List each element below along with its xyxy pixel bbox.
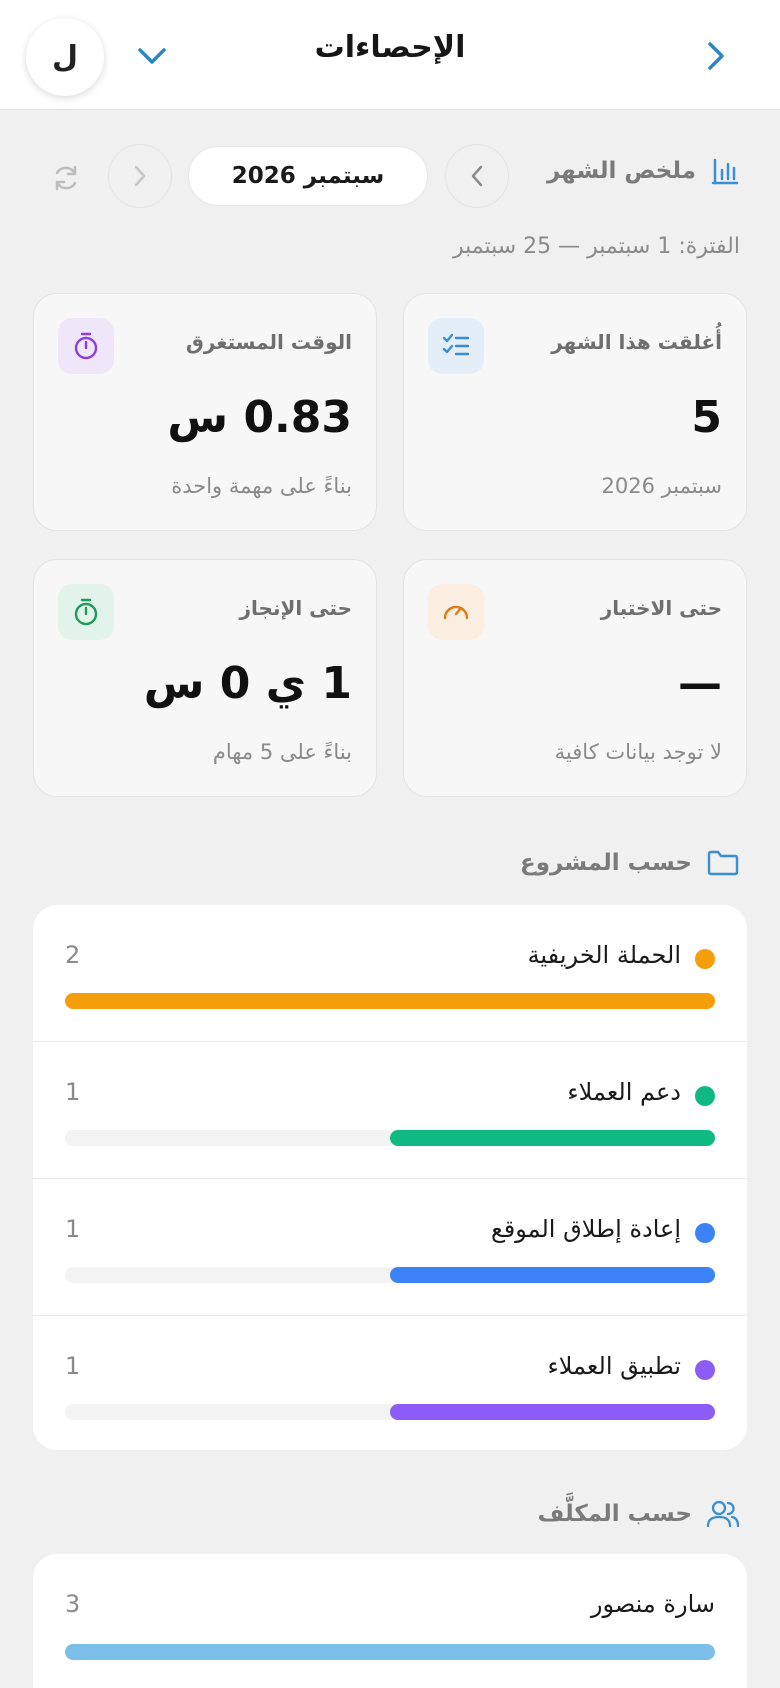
gauge-icon: [428, 584, 484, 640]
page-title: الإحصاءات: [314, 30, 466, 65]
period-range: الفترة: 1 سبتمبر — 25 سبتمبر: [452, 234, 740, 259]
project-progress-fill: [390, 1404, 715, 1420]
project-count: 1: [65, 1078, 81, 1106]
stat-card-label: حتى الاختبار: [600, 596, 722, 620]
stat-card-label: حتى الإنجاز: [239, 596, 352, 620]
chevron-right-icon: [134, 165, 146, 187]
stat-card-to-testing: حتى الاختبار — لا توجد بيانات كافية: [403, 559, 747, 797]
project-list: الحملة الخريفية 2 دعم العملاء 1 إعادة إطلاق …: [33, 905, 747, 1450]
checklist-icon: [428, 318, 484, 374]
assignee-list: سارة منصور 3: [33, 1554, 747, 1688]
stat-card-to-completion: حتى الإنجاز 1 ي 0 س بناءً على 5 مهام: [33, 559, 377, 797]
stat-card-value: 0.83 س: [167, 392, 352, 443]
stat-card-subtext: بناءً على 5 مهام: [212, 740, 352, 764]
project-color-dot: [695, 949, 715, 969]
avatar[interactable]: ل: [26, 18, 104, 96]
timer-icon: [58, 584, 114, 640]
by-project-heading: حسب المشروع: [520, 848, 740, 878]
assignee-row[interactable]: سارة منصور 3: [33, 1554, 747, 1688]
previous-month-button[interactable]: [445, 144, 509, 208]
stat-card-value: 5: [691, 392, 722, 443]
project-count: 1: [65, 1215, 81, 1243]
project-progress-track: [65, 1130, 715, 1146]
project-progress-fill: [390, 1267, 715, 1283]
by-assignee-title: حسب المكلَّف: [537, 1501, 692, 1527]
project-progress-track: [65, 1267, 715, 1283]
project-progress-track: [65, 993, 715, 1009]
users-icon: [706, 1500, 740, 1528]
refresh-icon: [55, 165, 77, 191]
chevron-left-icon: [471, 165, 483, 187]
project-row[interactable]: إعادة إطلاق الموقع 1: [33, 1179, 747, 1316]
stat-card-subtext: بناءً على مهمة واحدة: [171, 474, 352, 498]
project-row[interactable]: الحملة الخريفية 2: [33, 905, 747, 1042]
month-selector-row: ملخص الشهر سبتمبر 2026: [0, 142, 780, 208]
refresh-button[interactable]: [46, 158, 86, 198]
project-progress-fill: [390, 1130, 715, 1146]
timer-icon: [58, 318, 114, 374]
bar-chart-icon: [711, 158, 739, 185]
by-project-title: حسب المشروع: [520, 850, 692, 876]
assignee-name: سارة منصور: [590, 1590, 715, 1618]
project-color-dot: [695, 1360, 715, 1380]
project-color-dot: [695, 1223, 715, 1243]
folder-icon: [707, 850, 739, 876]
project-row[interactable]: تطبيق العملاء 1: [33, 1316, 747, 1450]
chevron-down-icon: [138, 48, 166, 64]
stat-card-subtext: سبتمبر 2026: [601, 474, 722, 498]
project-name: إعادة إطلاق الموقع: [490, 1215, 681, 1243]
account-dropdown-button[interactable]: [130, 36, 174, 76]
stat-card-value: —: [678, 658, 722, 709]
month-summary-label: ملخص الشهر: [547, 156, 740, 186]
assignee-count: 3: [65, 1590, 81, 1618]
next-month-button[interactable]: [108, 144, 172, 208]
project-row[interactable]: دعم العملاء 1: [33, 1042, 747, 1179]
project-progress-fill: [65, 993, 715, 1009]
project-count: 1: [65, 1352, 81, 1380]
stat-card-subtext: لا توجد بيانات كافية: [554, 740, 722, 764]
top-bar: الإحصاءات ل: [0, 0, 780, 110]
stat-card-label: أُغلقت هذا الشهر: [551, 330, 722, 354]
project-color-dot: [695, 1086, 715, 1106]
assignee-progress-fill: [65, 1644, 715, 1660]
stat-card-time-spent: الوقت المستغرق 0.83 س بناءً على مهمة واح…: [33, 293, 377, 531]
project-count: 2: [65, 941, 81, 969]
stat-card-closed: أُغلقت هذا الشهر 5 سبتمبر 2026: [403, 293, 747, 531]
project-progress-track: [65, 1404, 715, 1420]
project-name: دعم العملاء: [567, 1078, 681, 1106]
by-assignee-heading: حسب المكلَّف: [538, 1498, 740, 1530]
assignee-progress-track: [65, 1644, 715, 1660]
current-month-pill[interactable]: سبتمبر 2026: [188, 146, 428, 206]
stat-card-value: 1 ي 0 س: [143, 658, 352, 709]
month-summary-text: ملخص الشهر: [546, 158, 696, 184]
stat-card-label: الوقت المستغرق: [185, 330, 352, 354]
project-name: تطبيق العملاء: [547, 1352, 681, 1380]
project-name: الحملة الخريفية: [527, 941, 681, 969]
